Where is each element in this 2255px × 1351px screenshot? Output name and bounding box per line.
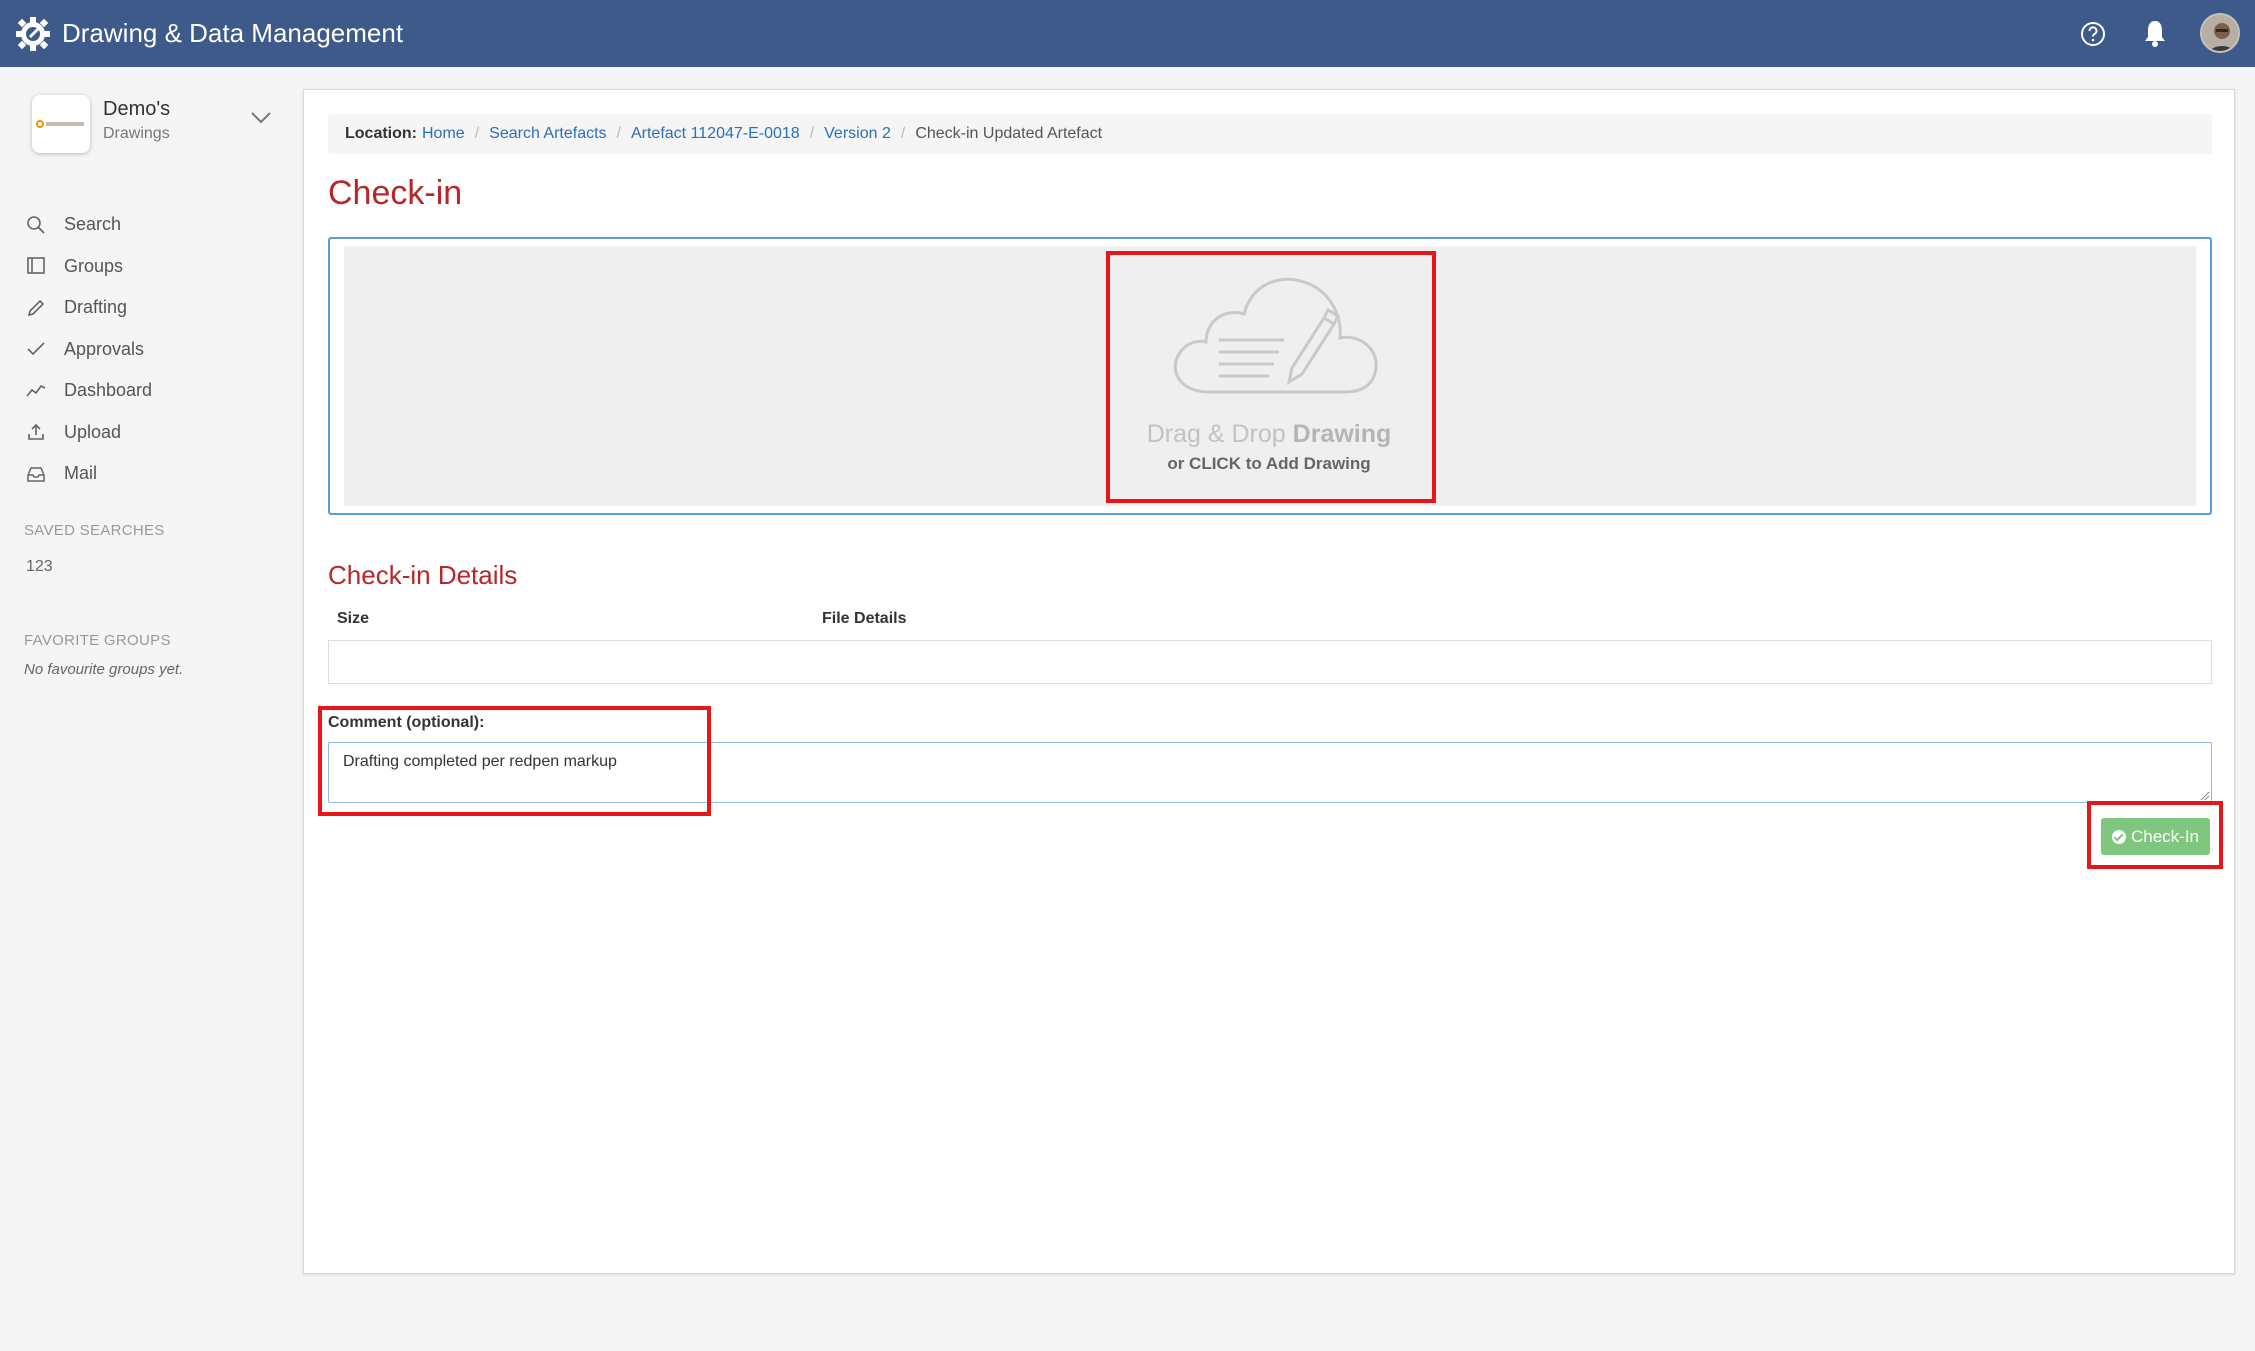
bell-icon[interactable] [2141,18,2169,48]
tenant-name[interactable]: Demo's [103,98,170,121]
saved-searches-heading: SAVED SEARCHES [24,522,165,539]
page-title: Check-in [328,174,463,212]
breadcrumb-current: Check-in Updated Artefact [915,125,1103,142]
breadcrumb-artefact[interactable]: Artefact 112047-E-0018 [631,125,800,143]
dropzone-content: Drag & Drop Drawing or CLICK to Add Draw… [1124,260,1414,480]
sidebar-item-search[interactable]: Search [26,204,152,246]
app-title: Drawing & Data Management [62,18,404,48]
tenant-subtitle: Drawings [103,125,170,142]
sidebar-item-label: Groups [64,255,124,276]
checkin-button-label: Check-In [2130,826,2200,846]
sidebar-item-drafting[interactable]: Drafting [26,287,152,329]
dropzone-title-bold: Drawing [1292,420,1392,448]
dropzone-title: Drag & Drop Drawing [1124,420,1414,449]
column-header-size: Size [337,610,370,627]
sidebar-item-label: Mail [64,463,98,484]
sidebar-item-label: Upload [64,421,122,442]
sidebar-nav: Search Groups Drafting Approvals Dashboa… [26,204,152,495]
dropzone-title-light: Drag & Drop [1146,420,1286,448]
column-header-file-details: File Details [822,610,907,627]
favorite-groups-empty: No favourite groups yet. [24,661,184,678]
breadcrumb: Location: Home / Search Artefacts / Arte… [328,114,2212,154]
sidebar-item-label: Dashboard [64,380,153,401]
checkin-button[interactable]: Check-In [2101,818,2210,855]
chart-line-icon [26,384,46,397]
main-panel: Location: Home / Search Artefacts / Arte… [303,89,2235,1274]
sidebar-item-label: Drafting [64,297,128,318]
search-icon [27,215,45,234]
breadcrumb-label: Location: [345,125,417,142]
section-title-details: Check-in Details [328,560,518,590]
sidebar-item-mail[interactable]: Mail [26,453,152,495]
breadcrumb-separator: / [900,125,906,142]
breadcrumb-version[interactable]: Version 2 [824,125,891,143]
gear-logo-icon[interactable] [15,16,51,52]
dropzone-frame: Drag & Drop Drawing or CLICK to Add Draw… [328,237,2212,515]
drawing-dropzone[interactable]: Drag & Drop Drawing or CLICK to Add Draw… [344,246,2196,506]
book-icon [27,257,45,275]
tenant-logo[interactable] [32,95,90,153]
resize-grip-icon[interactable] [2198,789,2210,801]
sidebar-item-dashboard[interactable]: Dashboard [26,370,152,412]
comment-textarea[interactable]: Drafting completed per redpen markup [328,742,2212,803]
breadcrumb-separator: / [616,125,621,142]
sidebar-item-approvals[interactable]: Approvals [26,329,152,371]
help-icon[interactable] [2079,20,2107,48]
cloud-upload-icon [1173,277,1378,394]
breadcrumb-separator: / [474,125,480,142]
dropzone-subtitle: or CLICK to Add Drawing [1167,454,1371,473]
check-circle-icon [2111,829,2126,844]
file-details-row [328,640,2212,684]
inbox-icon [27,467,45,482]
sidebar-item-label: Approvals [64,338,145,359]
pencil-icon [27,299,45,316]
sidebar-item-upload[interactable]: Upload [26,412,152,454]
upload-icon [28,424,44,441]
favorite-groups-heading: FAVORITE GROUPS [24,632,171,649]
breadcrumb-home[interactable]: Home [422,125,465,143]
breadcrumb-search-artefacts[interactable]: Search Artefacts [489,125,606,143]
chevron-down-icon[interactable] [250,111,272,125]
breadcrumb-separator: / [809,125,815,142]
sidebar-item-groups[interactable]: Groups [26,246,152,288]
sidebar: Demo's Drawings Search Groups Drafting A… [0,67,303,1351]
top-bar: Drawing & Data Management [0,0,2255,67]
saved-search-item[interactable]: 123 [26,558,53,576]
sidebar-item-label: Search [64,214,122,235]
avatar[interactable] [2200,13,2240,53]
comment-label: Comment (optional): [328,714,485,731]
check-icon [27,342,45,356]
